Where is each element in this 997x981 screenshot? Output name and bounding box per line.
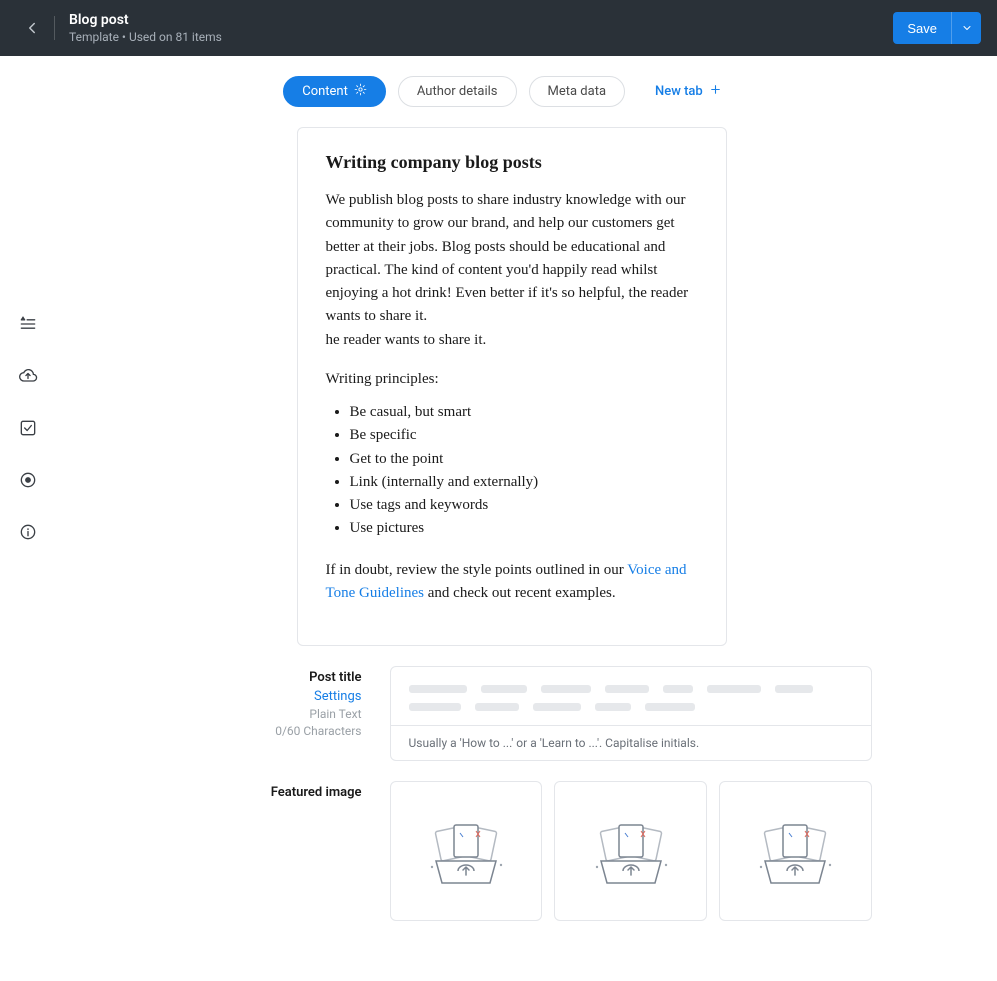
upload-illustration-icon <box>745 811 845 891</box>
tab-author-label: Author details <box>417 84 498 99</box>
page-title: Blog post <box>69 12 893 28</box>
left-sidebar <box>0 56 56 981</box>
instructions-heading: Writing company blog posts <box>326 152 698 173</box>
radio-icon <box>18 470 38 490</box>
upload-illustration-icon <box>581 811 681 891</box>
main-content: Content Author details Meta data New tab <box>56 56 997 981</box>
tab-new[interactable]: New tab <box>637 76 740 107</box>
instructions-paragraph: We publish blog posts to share industry … <box>326 189 698 352</box>
post-title-input[interactable]: Usually a 'How to ...' or a 'Learn to ..… <box>390 666 872 761</box>
header-title-block: Blog post Template • Used on 81 items <box>69 12 893 44</box>
placeholder-skeleton <box>391 667 871 725</box>
chevron-left-icon <box>23 19 41 37</box>
field-sidebar: Post title Settings Plain Text 0/60 Char… <box>152 666 362 761</box>
list-item: Be specific <box>350 424 698 447</box>
back-button[interactable] <box>16 12 48 44</box>
image-upload-row <box>390 781 872 921</box>
list-item: Be casual, but smart <box>350 401 698 424</box>
gear-icon <box>354 83 367 100</box>
image-upload-slot[interactable] <box>554 781 707 921</box>
save-button-label: Save <box>893 21 951 36</box>
image-upload-slot[interactable] <box>390 781 543 921</box>
upload-illustration-icon <box>416 811 516 891</box>
principles-list: Be casual, but smart Be specific Get to … <box>326 401 698 541</box>
sidebar-checkbox[interactable] <box>10 410 46 446</box>
tab-meta-label: Meta data <box>548 84 607 99</box>
sidebar-upload[interactable] <box>10 358 46 394</box>
info-icon <box>18 522 38 542</box>
principles-label: Writing principles: <box>326 368 698 391</box>
field-hint: Usually a 'How to ...' or a 'Learn to ..… <box>391 725 871 760</box>
header-bar: Blog post Template • Used on 81 items Sa… <box>0 0 997 56</box>
field-featured-image: Featured image <box>152 781 872 921</box>
plus-icon <box>709 83 722 100</box>
list-item: Use tags and keywords <box>350 494 698 517</box>
field-type: Plain Text <box>152 707 362 721</box>
sidebar-instructions[interactable] <box>10 306 46 342</box>
header-divider <box>54 16 55 40</box>
cloud-upload-icon <box>18 366 38 386</box>
tab-author-details[interactable]: Author details <box>398 76 517 107</box>
field-sidebar: Featured image <box>152 781 362 921</box>
list-item: Use pictures <box>350 517 698 540</box>
text-icon <box>18 314 38 334</box>
save-button[interactable]: Save <box>893 12 981 44</box>
image-upload-slot[interactable] <box>719 781 872 921</box>
sidebar-radio[interactable] <box>10 462 46 498</box>
instructions-closing: If in doubt, review the style points out… <box>326 559 698 606</box>
tab-content[interactable]: Content <box>283 76 386 107</box>
tab-new-label: New tab <box>655 84 703 99</box>
sidebar-info[interactable] <box>10 514 46 550</box>
field-label: Post title <box>152 670 362 685</box>
page-subtitle: Template • Used on 81 items <box>69 30 893 44</box>
list-item: Get to the point <box>350 448 698 471</box>
field-char-count: 0/60 Characters <box>152 724 362 738</box>
chevron-down-icon <box>961 22 973 34</box>
checkbox-icon <box>18 418 38 438</box>
tabs-bar: Content Author details Meta data New tab <box>56 76 967 107</box>
tab-meta-data[interactable]: Meta data <box>529 76 626 107</box>
instructions-card: Writing company blog posts We publish bl… <box>297 127 727 646</box>
tab-content-label: Content <box>302 84 348 99</box>
field-label: Featured image <box>152 785 362 800</box>
list-item: Link (internally and externally) <box>350 471 698 494</box>
save-dropdown-toggle[interactable] <box>951 12 981 44</box>
field-settings-link[interactable]: Settings <box>152 689 362 704</box>
field-post-title: Post title Settings Plain Text 0/60 Char… <box>152 666 872 761</box>
